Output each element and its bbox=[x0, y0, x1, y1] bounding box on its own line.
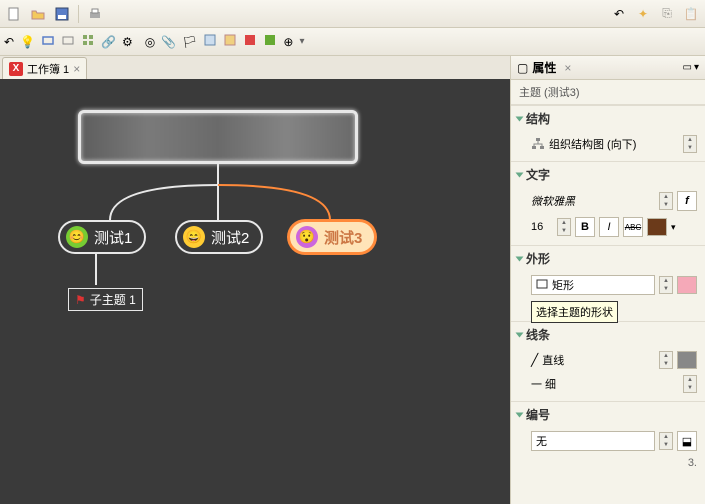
number-value: 无 bbox=[536, 433, 547, 449]
smile-green-icon: 😊 bbox=[66, 226, 88, 248]
shape-value: 矩形 bbox=[552, 277, 574, 293]
task-icon[interactable] bbox=[223, 33, 237, 50]
subtopic-label: 子主题 1 bbox=[90, 291, 136, 308]
flag-red-icon: ⚑ bbox=[75, 293, 86, 307]
drill-icon[interactable]: ⊕ bbox=[283, 35, 293, 49]
section-line[interactable]: 线条 bbox=[511, 321, 705, 347]
section-label: 文字 bbox=[526, 166, 550, 183]
shape-select[interactable]: 矩形 bbox=[531, 275, 655, 295]
font-spinner[interactable]: ▲▼ bbox=[659, 192, 673, 210]
shape-color-swatch[interactable] bbox=[677, 276, 697, 294]
grid-icon[interactable] bbox=[81, 33, 95, 50]
number-format-button[interactable]: ⬓ bbox=[677, 431, 697, 451]
tool-icon[interactable]: ⚙ bbox=[122, 35, 133, 49]
section-label: 线条 bbox=[526, 326, 550, 343]
new-icon[interactable] bbox=[4, 4, 24, 24]
close-tab-icon[interactable]: × bbox=[73, 62, 80, 76]
orgchart-icon bbox=[531, 137, 545, 151]
panel-title: 属性 bbox=[532, 59, 556, 76]
node-label: 测试2 bbox=[211, 227, 249, 248]
subtopic-node[interactable]: ⚑ 子主题 1 bbox=[68, 288, 143, 311]
xmind-icon: X bbox=[9, 62, 23, 76]
section-label: 结构 bbox=[526, 110, 550, 127]
star-icon[interactable]: ✦ bbox=[633, 4, 653, 24]
surprise-icon: 😯 bbox=[296, 226, 318, 248]
close-icon[interactable]: × bbox=[564, 61, 571, 75]
mindmap-canvas[interactable]: 😊 测试1 😄 测试2 😯 测试3 ⚑ 子主题 1 bbox=[0, 80, 510, 504]
smile-yellow-icon: 😄 bbox=[183, 226, 205, 248]
shape-spinner[interactable]: ▲▼ bbox=[659, 276, 673, 294]
shape-tooltip: 选择主题的形状 bbox=[531, 301, 618, 323]
line-weight[interactable]: 一 细 bbox=[531, 376, 679, 392]
number-index: 3. bbox=[688, 457, 697, 469]
tab-label: 工作簿 1 bbox=[27, 61, 69, 77]
copy-icon[interactable]: ⎘ bbox=[657, 4, 677, 24]
section-text[interactable]: 文字 bbox=[511, 161, 705, 187]
number-spinner[interactable]: ▲▼ bbox=[659, 432, 673, 450]
size-spinner[interactable]: ▲▼ bbox=[557, 218, 571, 236]
red-icon[interactable] bbox=[243, 33, 257, 50]
green-icon[interactable] bbox=[263, 33, 277, 50]
section-shape[interactable]: 外形 bbox=[511, 245, 705, 271]
print-icon[interactable] bbox=[85, 4, 105, 24]
line-spinner[interactable]: ▲▼ bbox=[659, 351, 673, 369]
panel-header: ▢ 属性 × ▭ ▾ bbox=[511, 56, 705, 80]
node-test3-selected[interactable]: 😯 测试3 bbox=[288, 220, 376, 254]
section-structure[interactable]: 结构 bbox=[511, 105, 705, 131]
line-style-icon: ╱ bbox=[531, 353, 538, 367]
line-color-swatch[interactable] bbox=[677, 351, 697, 369]
chevron-down-icon bbox=[516, 172, 524, 177]
root-node[interactable] bbox=[78, 110, 358, 164]
weight-spinner[interactable]: ▲▼ bbox=[683, 375, 697, 393]
target-icon[interactable]: ◎ bbox=[145, 35, 155, 49]
chevron-down-icon bbox=[516, 116, 524, 121]
font-style-button[interactable]: f bbox=[677, 191, 697, 211]
font-size[interactable]: 16 bbox=[531, 221, 553, 233]
undo2-icon[interactable]: ↶ bbox=[4, 35, 14, 49]
note-icon[interactable] bbox=[203, 33, 217, 50]
min-icon[interactable]: ▭ bbox=[683, 62, 692, 73]
line-style[interactable]: 直线 bbox=[542, 352, 655, 368]
clip-icon[interactable]: 📎 bbox=[161, 35, 176, 49]
italic-button[interactable]: I bbox=[599, 217, 619, 237]
bulb-icon[interactable]: 💡 bbox=[20, 35, 35, 49]
text-color-swatch[interactable] bbox=[647, 218, 667, 236]
bold-button[interactable]: B bbox=[575, 217, 595, 237]
menu-icon[interactable]: ▾ bbox=[694, 62, 699, 73]
chevron-down-icon bbox=[516, 412, 524, 417]
format-toolbar: ↶ 💡 🔗 ⚙ ◎ 📎 🏳 ⊕ ▾ bbox=[0, 28, 705, 56]
undo-icon[interactable]: ↶ bbox=[609, 4, 629, 24]
panel-icon: ▢ bbox=[517, 61, 528, 75]
node-label: 测试3 bbox=[324, 227, 362, 248]
open-icon[interactable] bbox=[28, 4, 48, 24]
paste-icon[interactable]: 📋 bbox=[681, 4, 701, 24]
panel-subtitle: 主题 (测试3) bbox=[511, 80, 705, 105]
save-icon[interactable] bbox=[52, 4, 72, 24]
shape-icon[interactable] bbox=[61, 33, 75, 50]
node-test1[interactable]: 😊 测试1 bbox=[58, 220, 146, 254]
section-number[interactable]: 编号 bbox=[511, 401, 705, 427]
main-toolbar: ↶ ✦ ⎘ 📋 bbox=[0, 0, 705, 28]
node-label: 测试1 bbox=[94, 227, 132, 248]
strike-button[interactable]: ABC bbox=[623, 217, 643, 237]
chevron-down-icon bbox=[516, 332, 524, 337]
structure-spinner[interactable]: ▲▼ bbox=[683, 135, 697, 153]
structure-value: 组织结构图 (向下) bbox=[549, 136, 636, 152]
section-label: 编号 bbox=[526, 406, 550, 423]
chevron-down-icon bbox=[516, 256, 524, 261]
rect-icon[interactable] bbox=[41, 33, 55, 50]
link-icon[interactable]: 🔗 bbox=[101, 35, 116, 49]
number-select[interactable]: 无 bbox=[531, 431, 655, 451]
section-label: 外形 bbox=[526, 250, 550, 267]
node-test2[interactable]: 😄 测试2 bbox=[175, 220, 263, 254]
rect-shape-icon bbox=[536, 279, 548, 292]
font-name[interactable]: 微软雅黑 bbox=[531, 193, 655, 209]
flag-icon[interactable]: 🏳 bbox=[182, 35, 197, 49]
properties-panel: ▢ 属性 × ▭ ▾ 主题 (测试3) 结构 组织结构图 (向下) ▲▼ 文字 bbox=[510, 56, 705, 504]
workbook-tab[interactable]: X 工作簿 1 × bbox=[2, 57, 87, 79]
tab-bar: X 工作簿 1 × bbox=[0, 56, 510, 80]
